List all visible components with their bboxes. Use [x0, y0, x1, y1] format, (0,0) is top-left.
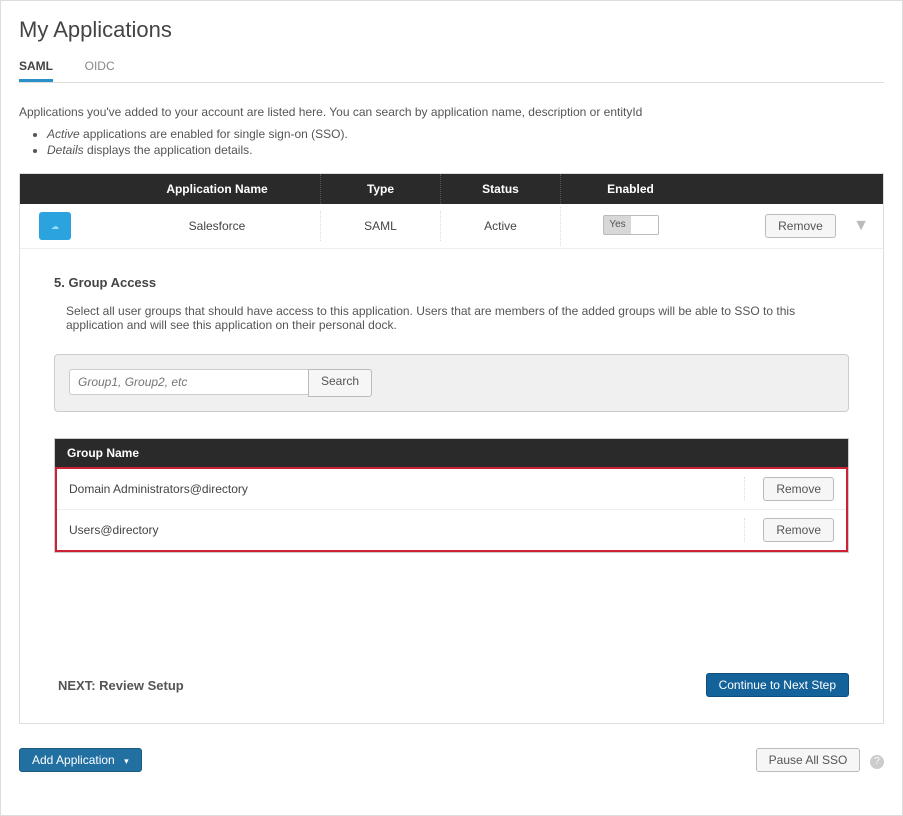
col-header-status: Status — [440, 174, 560, 204]
page-action-bar: Add Application ▾ Pause All SSO ? — [19, 748, 884, 772]
group-search-button[interactable]: Search — [308, 369, 372, 397]
step-title: 5. Group Access — [54, 275, 849, 290]
step-footer: NEXT: Review Setup Continue to Next Step — [54, 673, 849, 713]
app-name: Salesforce — [90, 211, 320, 241]
bullet-active-rest: applications are enabled for single sign… — [80, 127, 348, 141]
add-application-label: Add Application — [32, 753, 115, 767]
tab-oidc[interactable]: OIDC — [85, 53, 115, 82]
intro-text: Applications you've added to your accoun… — [19, 105, 884, 119]
col-header-type: Type — [320, 174, 440, 204]
step-description: Select all user groups that should have … — [66, 304, 849, 332]
bullet-details-em: Details — [47, 143, 84, 157]
page-title: My Applications — [19, 17, 884, 43]
group-row: Users@directory Remove — [57, 509, 846, 550]
enabled-toggle[interactable]: Yes — [603, 215, 659, 235]
group-table-header: Group Name — [55, 439, 848, 467]
salesforce-icon: ☁ — [39, 212, 71, 240]
app-status-link[interactable]: Active — [440, 211, 560, 241]
remove-group-button[interactable]: Remove — [763, 518, 834, 542]
group-table: Group Name Domain Administrators@directo… — [54, 438, 849, 553]
help-icon[interactable]: ? — [870, 755, 884, 769]
intro-bullets: Active applications are enabled for sing… — [33, 127, 884, 157]
group-name: Domain Administrators@directory — [69, 482, 248, 496]
remove-group-button[interactable]: Remove — [763, 477, 834, 501]
bullet-details: Details displays the application details… — [47, 143, 884, 157]
applications-header: Application Name Type Status Enabled — [20, 174, 883, 204]
group-row: Domain Administrators@directory Remove — [57, 469, 846, 509]
group-search-input[interactable] — [69, 369, 309, 395]
col-header-enabled: Enabled — [560, 174, 700, 204]
continue-button[interactable]: Continue to Next Step — [706, 673, 849, 697]
next-step-label: NEXT: Review Setup — [58, 678, 184, 693]
add-application-button[interactable]: Add Application ▾ — [19, 748, 142, 772]
group-rows-highlight: Domain Administrators@directory Remove U… — [55, 467, 848, 552]
remove-app-button[interactable]: Remove — [765, 214, 836, 238]
application-row: ☁ Salesforce SAML Active Yes Remove ▼ — [20, 204, 883, 249]
enabled-toggle-label: Yes — [604, 216, 632, 234]
pause-sso-button[interactable]: Pause All SSO — [756, 748, 861, 772]
tab-saml[interactable]: SAML — [19, 53, 53, 82]
bullet-active: Active applications are enabled for sing… — [47, 127, 884, 141]
app-type: SAML — [320, 211, 440, 241]
col-header-name: Application Name — [90, 174, 320, 204]
bullet-active-em: Active — [47, 127, 80, 141]
caret-down-icon: ▾ — [124, 756, 129, 766]
applications-panel: Application Name Type Status Enabled ☁ S… — [19, 173, 884, 724]
bullet-details-rest: displays the application details. — [84, 143, 253, 157]
step-panel: 5. Group Access Select all user groups t… — [20, 249, 883, 723]
tabs: SAML OIDC — [19, 53, 884, 83]
group-search-box: Search — [54, 354, 849, 412]
group-name: Users@directory — [69, 523, 159, 537]
expand-row-icon[interactable]: ▼ — [853, 217, 869, 234]
